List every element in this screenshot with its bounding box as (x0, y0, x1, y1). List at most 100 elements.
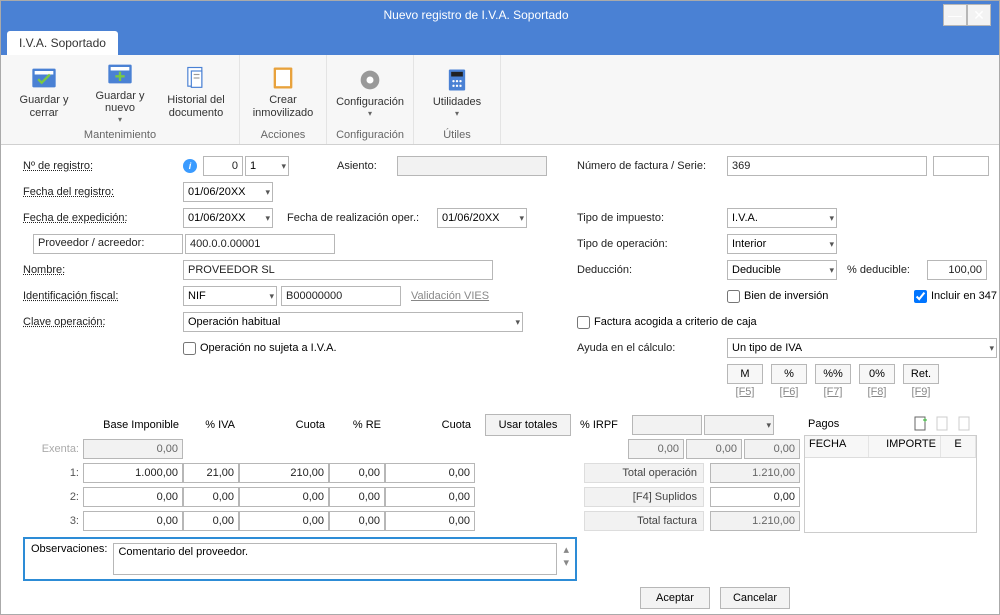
irpf-select[interactable]: ▾ (704, 415, 774, 435)
window-title: Nuevo registro de I.V.A. Soportado (9, 8, 943, 22)
nregistro-seq-select[interactable]: 1▾ (245, 156, 289, 176)
aceptar-button[interactable]: Aceptar (640, 587, 710, 609)
calc-btn-pctpct[interactable]: %% (815, 364, 851, 384)
col-re: % RE (329, 419, 385, 431)
pagos-grid: FECHA IMPORTE E (804, 435, 977, 533)
tab-iva-soportado[interactable]: I.V.A. Soportado (7, 31, 118, 55)
tipo-op-select[interactable]: Interior▾ (727, 234, 837, 254)
nfact-label: Número de factura / Serie: (577, 160, 727, 172)
clave-op-select[interactable]: Operación habitual▾ (183, 312, 523, 332)
ribbon-group-config: Configuración▾ Configuración (327, 55, 414, 144)
calculator-icon (443, 66, 471, 94)
ident-fiscal-type-select[interactable]: NIF▾ (183, 286, 277, 306)
deduccion-select[interactable]: Deducible▾ (727, 260, 837, 280)
cuota-3[interactable] (239, 511, 329, 531)
tab-strip: I.V.A. Soportado (1, 29, 999, 55)
total-op-val (710, 463, 800, 483)
fecha-exped-select[interactable]: 01/06/20XX▾ (183, 208, 273, 228)
configuracion-button[interactable]: Configuración▾ (333, 57, 407, 127)
ayuda-calc-select[interactable]: Un tipo de IVA▾ (727, 338, 997, 358)
asiento-input (397, 156, 547, 176)
base-3[interactable] (83, 511, 183, 531)
ribbon: Guardar y cerrar Guardar y nuevo▾ Histor… (1, 55, 999, 145)
crear-inmovilizado-button[interactable]: Crear inmovilizado (246, 57, 320, 127)
calc-btn-pct[interactable]: % (771, 364, 807, 384)
tipo-op-label: Tipo de operación: (577, 238, 727, 250)
re-3[interactable] (329, 511, 385, 531)
cuota-2[interactable] (239, 487, 329, 507)
cuota2-1[interactable] (385, 463, 475, 483)
iva-2[interactable] (183, 487, 239, 507)
col-cuota: Cuota (239, 419, 329, 431)
bien-inversion-check[interactable]: Bien de inversión (727, 290, 828, 303)
hint-f7: [F7] (815, 386, 851, 398)
close-icon[interactable]: ✕ (967, 4, 991, 26)
re-2[interactable] (329, 487, 385, 507)
asiento-label: Asiento: (337, 160, 397, 172)
suplidos-val[interactable] (710, 487, 800, 507)
base-1[interactable] (83, 463, 183, 483)
proveedor-input[interactable] (185, 234, 335, 254)
tipo-imp-select[interactable]: I.V.A.▾ (727, 208, 837, 228)
nregistro-input[interactable] (203, 156, 243, 176)
footer-buttons: Aceptar Cancelar (640, 587, 790, 609)
serie-input[interactable] (933, 156, 989, 176)
hint-f6: [F6] (771, 386, 807, 398)
nombre-input[interactable] (183, 260, 493, 280)
col-importe: IMPORTE (869, 436, 941, 457)
factura-caja-check[interactable]: Factura acogida a criterio de caja (577, 316, 757, 329)
edit-doc-icon[interactable] (935, 416, 951, 432)
observaciones-input[interactable] (113, 543, 557, 575)
calc-btn-m[interactable]: M (727, 364, 763, 384)
cuota2-2[interactable] (385, 487, 475, 507)
validacion-vies-link[interactable]: Validación VIES (411, 290, 489, 302)
suplidos-label: [F4] Suplidos (584, 487, 704, 507)
usar-totales-button[interactable]: Usar totales (485, 414, 571, 436)
observaciones-box: Observaciones: ▴ ▾ (23, 537, 577, 581)
pct-deducible-input[interactable] (927, 260, 987, 280)
scroll-up-icon[interactable]: ▴ (563, 543, 569, 556)
guardar-nuevo-button[interactable]: Guardar y nuevo▾ (83, 57, 157, 127)
ribbon-group-acciones: Crear inmovilizado Acciones (240, 55, 327, 144)
cuota2-3[interactable] (385, 511, 475, 531)
grid-row-3: 3: (23, 509, 576, 533)
ribbon-group-mantenimiento: Guardar y cerrar Guardar y nuevo▾ Histor… (1, 55, 240, 144)
ident-fiscal-label: Identificación fiscal: (23, 290, 183, 302)
delete-doc-icon[interactable] (957, 416, 973, 432)
fecha-realiz-select[interactable]: 01/06/20XX▾ (437, 208, 527, 228)
grid-row-1: 1: (23, 461, 576, 485)
irpf-label: % IRPF (580, 419, 630, 431)
fecha-exped-label: Fecha de expedición: (23, 212, 183, 224)
calc-btn-0pct[interactable]: 0% (859, 364, 895, 384)
fecha-registro-select[interactable]: 01/06/20XX▾ (183, 182, 273, 202)
nregistro-label: Nº de registro: (23, 160, 183, 172)
grid-zone: Base Imponible % IVA Cuota % RE Cuota Us… (1, 409, 999, 533)
left-grid: Base Imponible % IVA Cuota % RE Cuota Us… (23, 413, 576, 533)
nombre-label: Nombre: (23, 264, 183, 276)
utilidades-button[interactable]: Utilidades▾ (420, 57, 494, 127)
new-doc-icon[interactable] (913, 416, 929, 432)
iva-1[interactable] (183, 463, 239, 483)
ident-fiscal-input[interactable] (281, 286, 401, 306)
irpf-c2 (686, 439, 742, 459)
cancelar-button[interactable]: Cancelar (720, 587, 790, 609)
guardar-cerrar-button[interactable]: Guardar y cerrar (7, 57, 81, 127)
op-no-sujeta-check[interactable]: Operación no sujeta a I.V.A. (183, 342, 337, 355)
calc-btn-ret[interactable]: Ret. (903, 364, 939, 384)
nfact-input[interactable] (727, 156, 927, 176)
cuota-1[interactable] (239, 463, 329, 483)
incluir-347-check[interactable]: Incluir en 347 (914, 290, 997, 303)
grid-row-2: 2: (23, 485, 576, 509)
scroll-down-icon[interactable]: ▾ (563, 556, 569, 569)
history-icon (182, 64, 210, 92)
col-e: E (941, 436, 976, 457)
base-2[interactable] (83, 487, 183, 507)
iva-3[interactable] (183, 511, 239, 531)
ayuda-calc-label: Ayuda en el cálculo: (577, 342, 727, 354)
historial-button[interactable]: Historial del documento (159, 57, 233, 127)
re-1[interactable] (329, 463, 385, 483)
minimize-icon[interactable]: — (943, 4, 967, 26)
fecha-registro-label: Fecha del registro: (23, 186, 183, 198)
total-fact-val (710, 511, 800, 531)
info-icon[interactable]: i (183, 159, 197, 173)
